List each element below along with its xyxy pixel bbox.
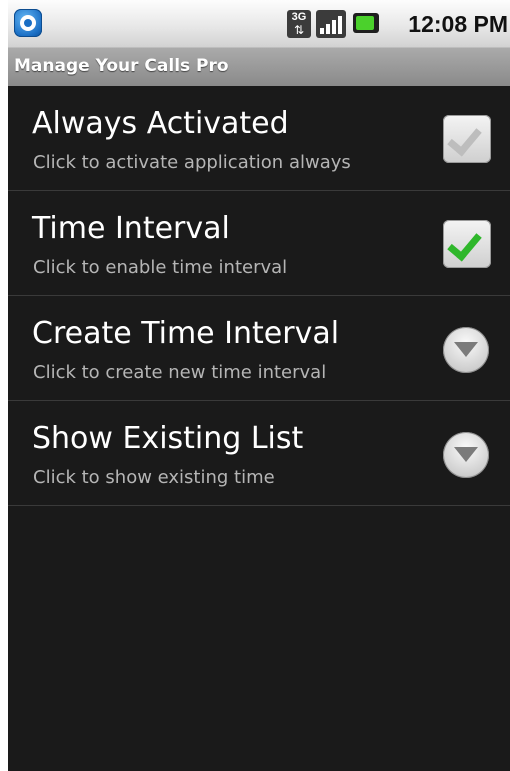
check-mark-icon — [447, 120, 482, 157]
phone-screen: 3G 12:08 PM Manage Your Calls Pro Always… — [8, 0, 510, 771]
setting-title: Always Activated — [32, 106, 289, 141]
setting-title: Create Time Interval — [32, 316, 340, 351]
network-type-label: 3G — [291, 11, 307, 23]
status-time: 12:08 PM — [408, 11, 508, 37]
setting-subtitle: Click to activate application always — [33, 152, 351, 173]
setting-create-time-interval[interactable]: Create Time Interval Click to create new… — [8, 296, 510, 401]
always-activated-checkbox[interactable] — [443, 115, 491, 163]
time-interval-checkbox[interactable] — [443, 220, 491, 268]
title-bar: Manage Your Calls Pro — [8, 48, 510, 86]
setting-title: Show Existing List — [32, 421, 304, 456]
network-3g-icon: 3G — [287, 10, 311, 38]
setting-subtitle: Click to create new time interval — [33, 362, 327, 383]
setting-time-interval[interactable]: Time Interval Click to enable time inter… — [8, 191, 510, 296]
setting-subtitle: Click to show existing time — [33, 467, 275, 488]
check-mark-icon — [447, 225, 482, 262]
status-bar: 3G 12:08 PM — [8, 0, 510, 48]
settings-list: Always Activated Click to activate appli… — [8, 86, 510, 506]
app-notification-icon — [14, 9, 42, 37]
setting-subtitle: Click to enable time interval — [33, 257, 288, 278]
app-title: Manage Your Calls Pro — [14, 56, 229, 76]
setting-show-existing-list[interactable]: Show Existing List Click to show existin… — [8, 401, 510, 506]
signal-bars-icon — [316, 10, 346, 38]
setting-title: Time Interval — [32, 211, 230, 246]
dropdown-arrow-icon[interactable] — [443, 432, 489, 478]
dropdown-arrow-icon[interactable] — [443, 327, 489, 373]
battery-charging-icon — [353, 13, 379, 33]
setting-always-activated[interactable]: Always Activated Click to activate appli… — [8, 86, 510, 191]
